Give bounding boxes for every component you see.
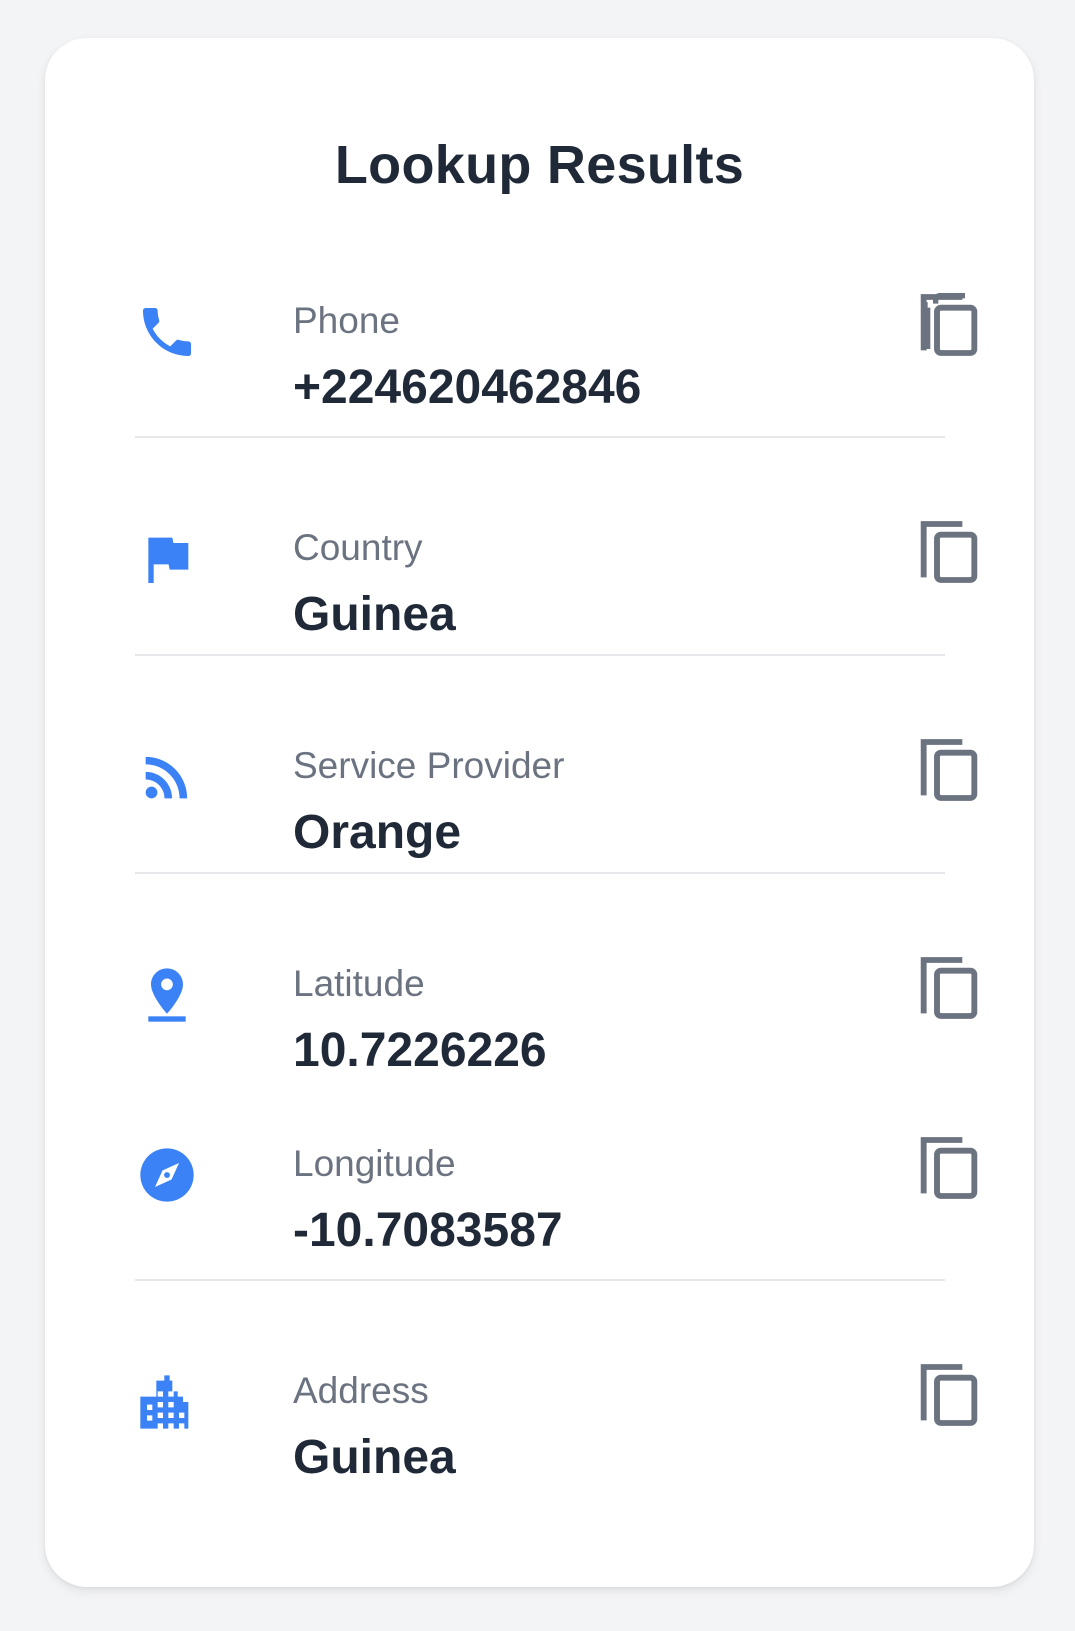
results-card: Lookup Results Phone +224620462846 Count…	[45, 38, 1034, 1587]
copy-icon	[917, 1133, 981, 1203]
card-title: Lookup Results	[334, 135, 745, 195]
copy-button[interactable]	[917, 1360, 981, 1430]
copy-button[interactable]	[917, 953, 981, 1023]
result-label: Service Provider	[293, 745, 565, 786]
result-label: Address	[293, 1370, 429, 1411]
result-label: Latitude	[293, 963, 425, 1004]
copy-button[interactable]	[917, 735, 981, 805]
divider	[135, 872, 945, 874]
result-value: Guinea	[293, 588, 456, 641]
copy-icon	[917, 1360, 981, 1430]
divider	[135, 1279, 945, 1281]
result-label: Longitude	[293, 1143, 456, 1184]
result-value: 10.7226226	[293, 1024, 547, 1077]
copy-icon	[917, 290, 981, 360]
compass-icon	[135, 1143, 199, 1207]
divider	[135, 654, 945, 656]
copy-icon	[917, 953, 981, 1023]
flag-icon	[135, 527, 199, 591]
result-value: Orange	[293, 806, 462, 859]
copy-button[interactable]	[917, 290, 981, 360]
copy-button[interactable]	[917, 1133, 981, 1203]
result-label: Country	[293, 527, 423, 568]
phone-icon	[135, 300, 199, 364]
copy-button[interactable]	[917, 517, 981, 587]
copy-icon	[917, 517, 981, 587]
rss-icon	[135, 745, 199, 809]
building-icon	[135, 1370, 199, 1434]
copy-icon	[917, 735, 981, 805]
divider	[135, 436, 945, 438]
result-value: -10.7083587	[293, 1204, 563, 1257]
location-pin-icon	[135, 963, 199, 1027]
result-value: +224620462846	[293, 361, 642, 414]
result-value: Guinea	[293, 1431, 456, 1484]
result-label: Phone	[293, 300, 400, 341]
